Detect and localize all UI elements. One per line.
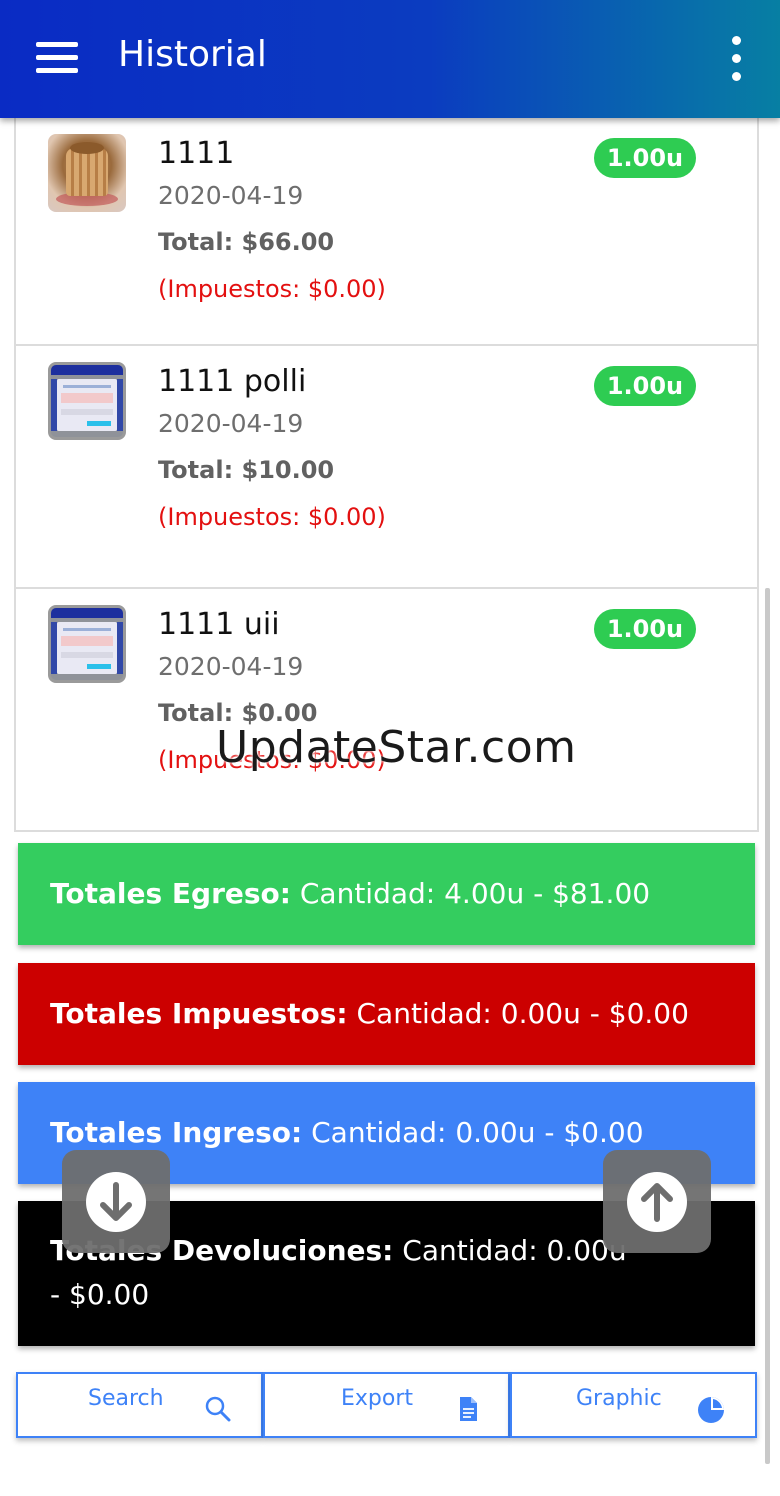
watermark-text: UpdateStar.com	[216, 722, 577, 773]
totals-egreso-label: Totales Egreso:	[50, 877, 291, 910]
graphic-button-label: Graphic	[576, 1386, 662, 1411]
app-bar: Historial	[0, 0, 780, 118]
hamburger-menu-icon[interactable]	[28, 36, 86, 80]
bottom-toolbar: Search Export Graphic	[16, 1372, 757, 1438]
scroll-down-button[interactable]	[62, 1150, 170, 1253]
item-name: 1111 uii	[158, 607, 280, 642]
export-button[interactable]: Export	[263, 1372, 510, 1438]
list-item[interactable]: 1111 2020-04-19 Total: $66.00 (Impuestos…	[14, 118, 759, 346]
quantity-badge: 1.00u	[594, 138, 696, 178]
export-button-label: Export	[341, 1386, 414, 1411]
item-total: Total: $66.00	[158, 228, 335, 256]
arrow-down-circle-icon	[86, 1172, 146, 1232]
document-icon	[460, 1397, 477, 1421]
page-title: Historial	[118, 34, 267, 75]
item-date: 2020-04-19	[158, 409, 304, 438]
search-button[interactable]: Search	[16, 1372, 263, 1438]
item-tax: (Impuestos: $0.00)	[158, 275, 386, 303]
item-date: 2020-04-19	[158, 181, 304, 210]
item-thumbnail	[48, 605, 126, 683]
scroll-up-button[interactable]	[603, 1150, 711, 1253]
arrow-up-circle-icon	[627, 1172, 687, 1232]
item-date: 2020-04-19	[158, 652, 304, 681]
totals-egreso-banner: Totales Egreso: Cantidad: 4.00u - $81.00	[18, 843, 755, 945]
item-thumbnail	[48, 362, 126, 440]
pie-chart-icon	[698, 1397, 724, 1423]
item-thumbnail	[48, 134, 126, 212]
item-tax: (Impuestos: $0.00)	[158, 503, 386, 531]
quantity-badge: 1.00u	[594, 366, 696, 406]
totals-ingreso-value: Cantidad: 0.00u - $0.00	[302, 1116, 644, 1149]
list-item[interactable]: 1111 uii 2020-04-19 Total: $0.00 (Impues…	[14, 589, 759, 832]
totals-impuestos-value: Cantidad: 0.00u - $0.00	[347, 997, 689, 1030]
quantity-badge: 1.00u	[594, 609, 696, 649]
totals-impuestos-banner: Totales Impuestos: Cantidad: 0.00u - $0.…	[18, 963, 755, 1065]
item-name: 1111	[158, 136, 235, 171]
totals-ingreso-label: Totales Ingreso:	[50, 1116, 303, 1149]
item-total: Total: $10.00	[158, 456, 335, 484]
more-vertical-icon[interactable]	[716, 34, 756, 84]
search-icon	[205, 1396, 231, 1422]
totals-impuestos-label: Totales Impuestos:	[50, 997, 348, 1030]
totals-egreso-value: Cantidad: 4.00u - $81.00	[290, 877, 651, 910]
scrollbar[interactable]	[765, 588, 770, 1464]
search-button-label: Search	[88, 1386, 164, 1411]
item-name: 1111 polli	[158, 364, 307, 399]
list-item[interactable]: 1111 polli 2020-04-19 Total: $10.00 (Imp…	[14, 346, 759, 589]
graphic-button[interactable]: Graphic	[510, 1372, 757, 1438]
